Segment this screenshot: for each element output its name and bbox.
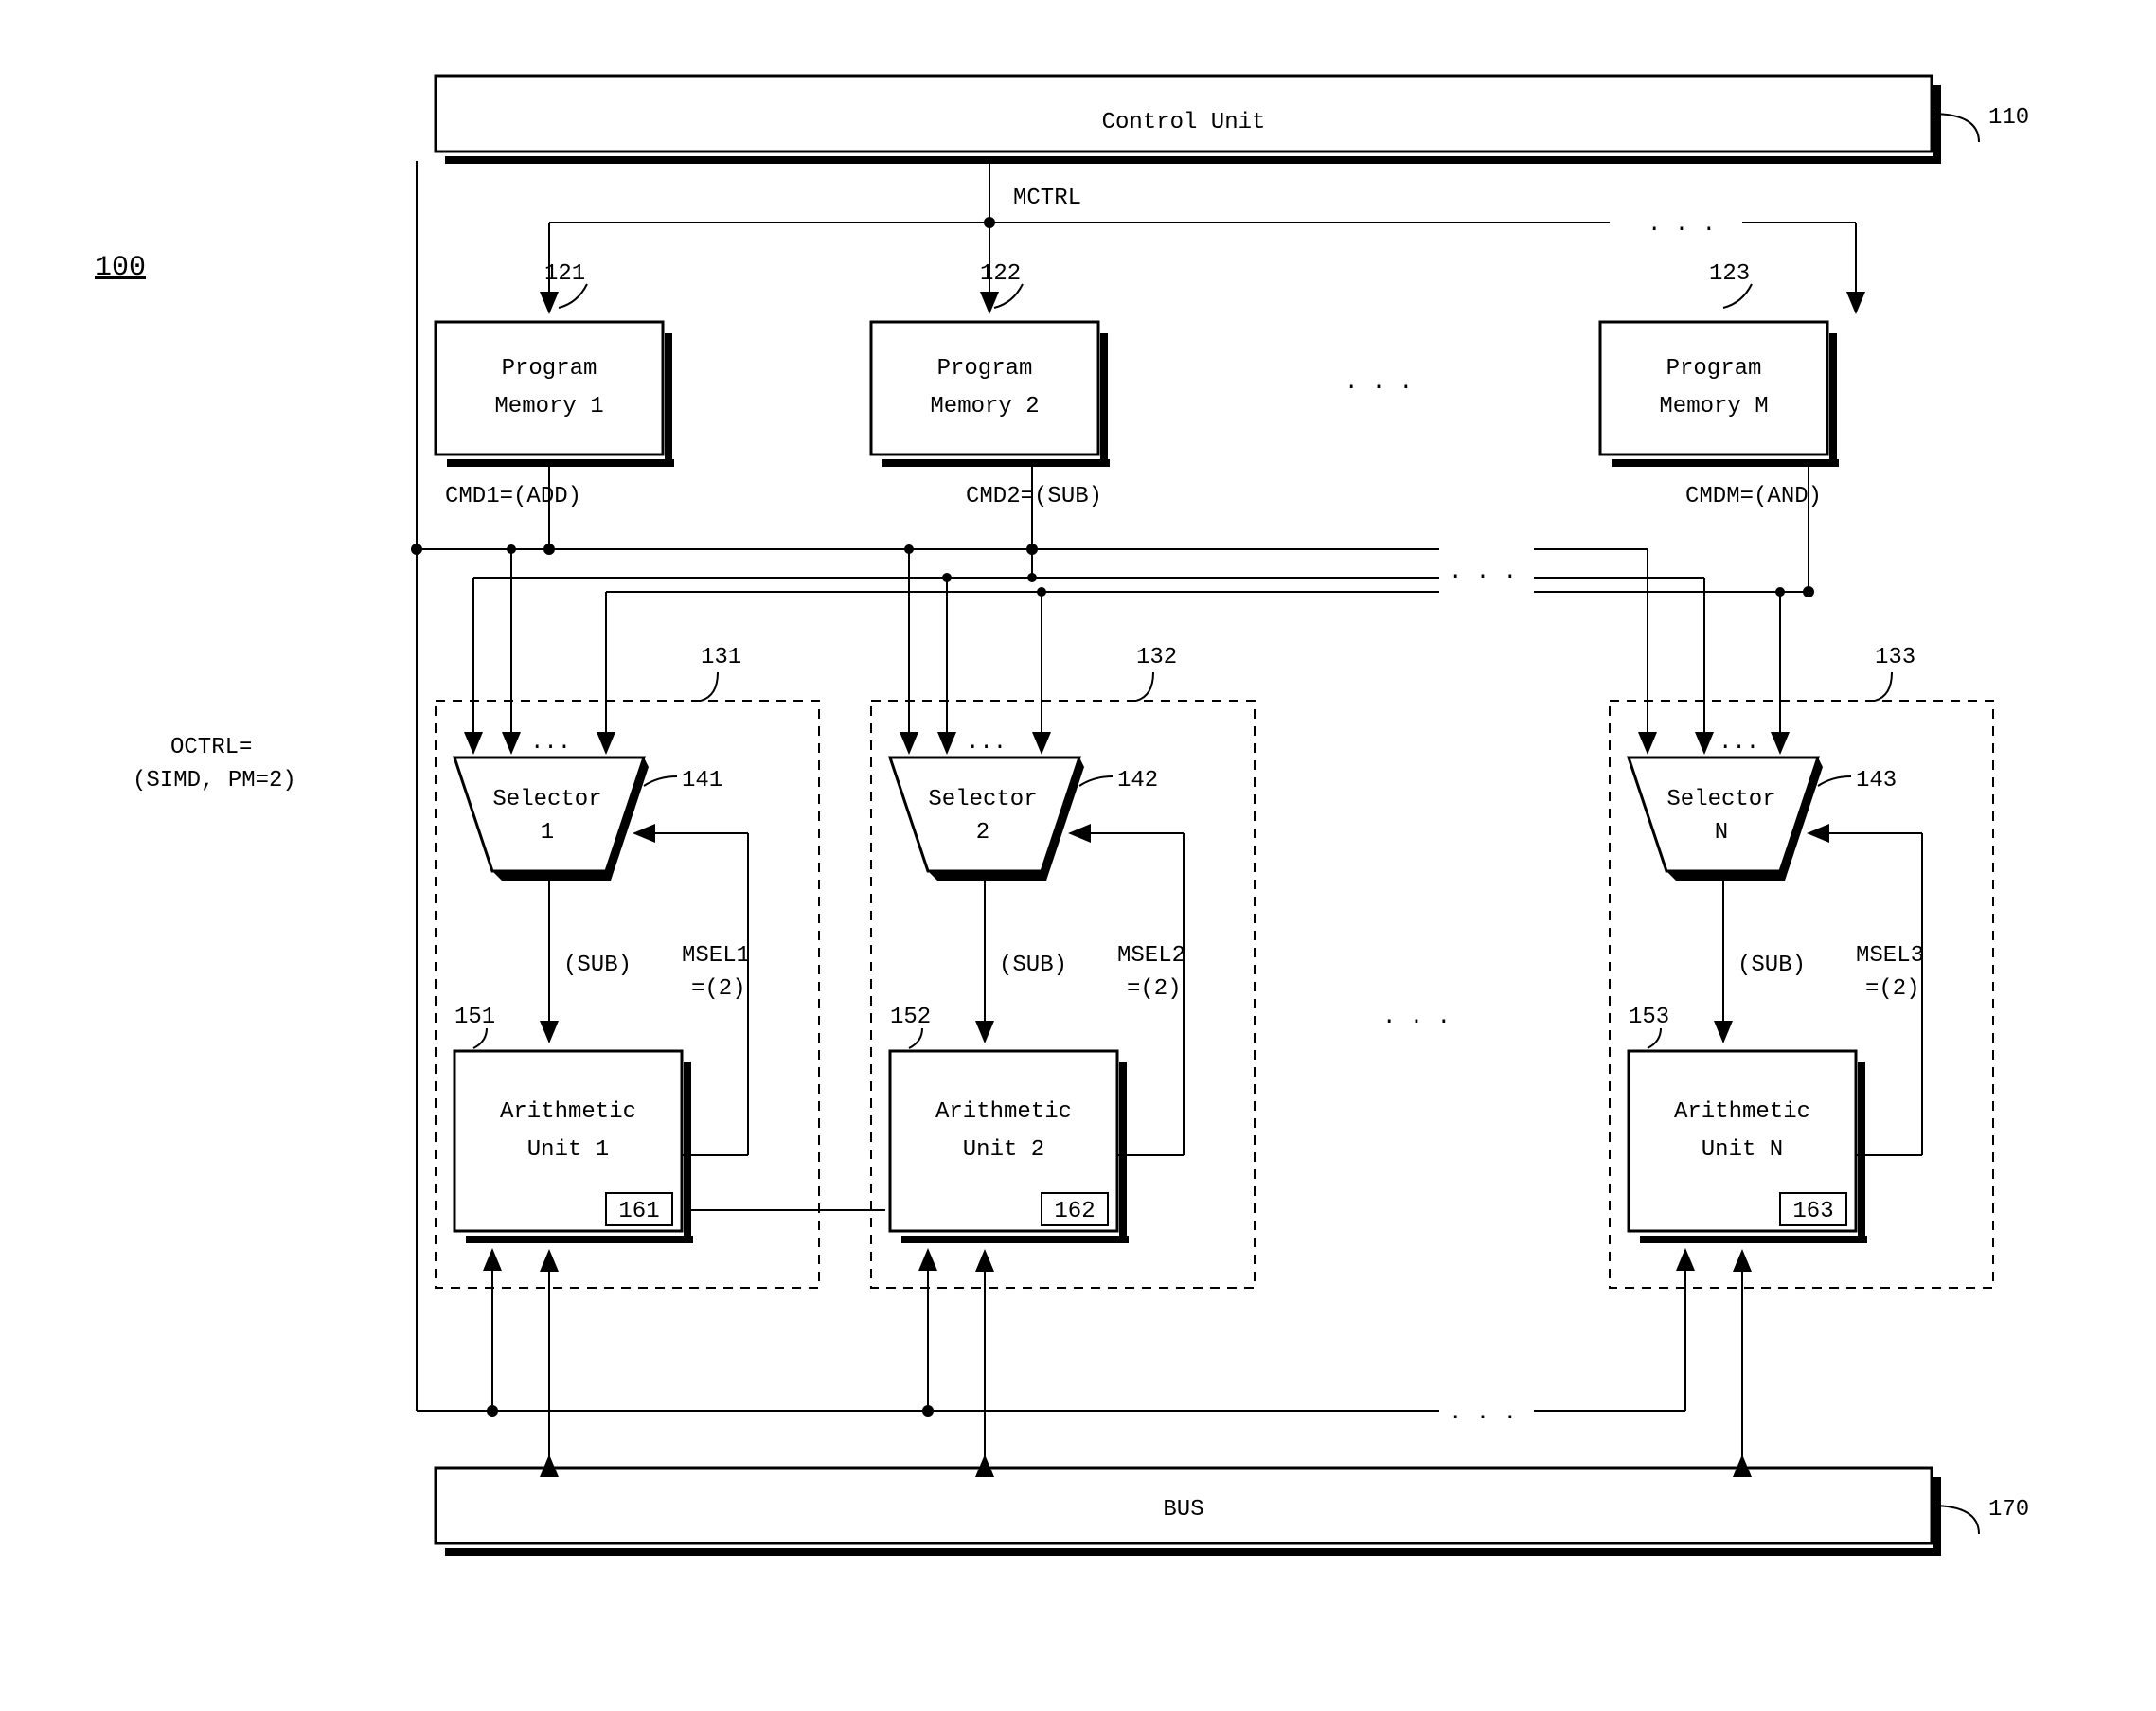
mctrl-label: MCTRL: [1013, 186, 1081, 211]
bus: BUS: [436, 1468, 1941, 1556]
msel1-l2: =(2): [691, 976, 746, 1002]
selector-2: Selector 2: [890, 757, 1084, 881]
arithmetic-unit-n: Arithmetic Unit N 163: [1629, 1051, 1867, 1243]
svg-text:Control Unit: Control Unit: [1102, 110, 1266, 135]
pm1-ref: 121: [544, 261, 585, 287]
svg-text:Arithmetic: Arithmetic: [500, 1099, 636, 1125]
svg-text:Program: Program: [1666, 356, 1762, 382]
svg-text:...: ...: [966, 730, 1007, 756]
selout-2: (SUB): [999, 953, 1067, 978]
msel3-l1: MSEL3: [1856, 943, 1924, 969]
svg-text:...: ...: [530, 730, 571, 756]
svg-text:Unit 2: Unit 2: [963, 1137, 1044, 1163]
selout-1: (SUB): [563, 953, 632, 978]
cmd1: CMD1=(ADD): [445, 484, 581, 509]
msel2-l2: =(2): [1127, 976, 1182, 1002]
selector-2-ref: 142: [1117, 768, 1158, 793]
ellipsis-groups: . . .: [1382, 1005, 1451, 1030]
ellipsis-bus: . . .: [1449, 560, 1517, 585]
svg-text:1: 1: [541, 820, 554, 846]
ellipsis-octrl: . . .: [1449, 1400, 1517, 1426]
svg-text:Selector: Selector: [1666, 787, 1775, 812]
svg-text:Arithmetic: Arithmetic: [935, 1099, 1072, 1125]
svg-text:Memory 2: Memory 2: [930, 394, 1039, 419]
pm3-ref: 123: [1709, 261, 1750, 287]
svg-text:Memory 1: Memory 1: [494, 394, 603, 419]
svg-text:Arithmetic: Arithmetic: [1674, 1099, 1810, 1125]
group-3-ref: 133: [1875, 645, 1915, 670]
pm2-ref: 122: [980, 261, 1021, 287]
selector-1-ref: 141: [682, 768, 722, 793]
svg-text:Memory M: Memory M: [1659, 394, 1768, 419]
octrl-l1: OCTRL=: [170, 735, 252, 760]
control-unit-ref: 110: [1988, 105, 2029, 131]
svg-text:BUS: BUS: [1163, 1497, 1203, 1523]
arith2-ref: 152: [890, 1005, 931, 1030]
selector-n-ref: 143: [1856, 768, 1897, 793]
svg-text:Unit N: Unit N: [1702, 1137, 1783, 1163]
cmd2: CMD2=(SUB): [966, 484, 1102, 509]
arithmetic-unit-2: Arithmetic Unit 2 162: [890, 1051, 1129, 1243]
control-unit: Control Unit: [436, 76, 1941, 164]
svg-text:Program: Program: [937, 356, 1033, 382]
arithmetic-unit-1: Arithmetic Unit 1 161: [454, 1051, 693, 1243]
octrl-l2: (SIMD, PM=2): [133, 768, 296, 793]
program-memory-2: Program Memory 2: [871, 322, 1110, 467]
msel3-l2: =(2): [1865, 976, 1920, 1002]
svg-text:Unit 1: Unit 1: [527, 1137, 609, 1163]
bus-ref: 170: [1988, 1497, 2029, 1523]
arith1-ref: 151: [454, 1005, 495, 1030]
svg-text:163: 163: [1792, 1199, 1833, 1224]
program-memory-m: Program Memory M: [1600, 322, 1839, 467]
svg-text:Selector: Selector: [928, 787, 1037, 812]
svg-text:161: 161: [618, 1199, 659, 1224]
group-2-ref: 132: [1136, 645, 1177, 670]
arithn-ref: 153: [1629, 1005, 1669, 1030]
svg-text:162: 162: [1054, 1199, 1095, 1224]
selout-3: (SUB): [1737, 953, 1806, 978]
ellipsis-top: . . .: [1648, 212, 1716, 238]
svg-text:...: ...: [1719, 730, 1759, 756]
group-1-ref: 131: [701, 645, 741, 670]
figure-id: 100: [95, 252, 146, 284]
selector-n: Selector N: [1629, 757, 1823, 881]
cmdm: CMDM=(AND): [1685, 484, 1822, 509]
program-memory-1: Program Memory 1: [436, 322, 674, 467]
svg-text:N: N: [1715, 820, 1728, 846]
ellipsis-pm: . . .: [1345, 370, 1413, 396]
svg-text:Selector: Selector: [492, 787, 601, 812]
svg-text:Program: Program: [502, 356, 597, 382]
msel2-l1: MSEL2: [1117, 943, 1185, 969]
selector-1: Selector 1: [454, 757, 649, 881]
svg-text:2: 2: [976, 820, 989, 846]
msel1-l1: MSEL1: [682, 943, 750, 969]
